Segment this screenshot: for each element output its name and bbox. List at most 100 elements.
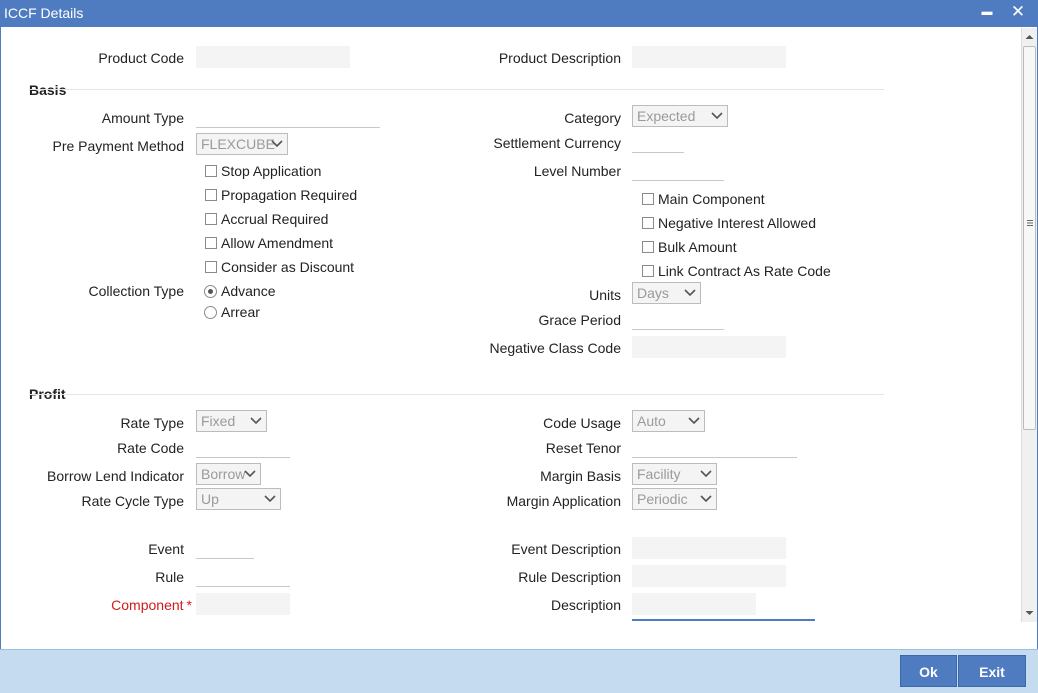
margin-application-label: Margin Application [506, 493, 621, 509]
bulk-amount-checkbox[interactable]: Bulk Amount [642, 239, 737, 255]
negative-class-code-label: Negative Class Code [489, 340, 621, 356]
settlement-currency-label: Settlement Currency [493, 135, 621, 151]
footer-bar: Ok Exit [0, 649, 1038, 693]
checkbox-box[interactable] [205, 237, 217, 249]
product-description-field[interactable] [632, 46, 786, 68]
consider-as-discount-label: Consider as Discount [221, 259, 355, 275]
grace-period-field[interactable] [632, 308, 724, 330]
vertical-scrollbar[interactable] [1021, 28, 1037, 622]
propagation-required-checkbox[interactable]: Propagation Required [205, 187, 357, 203]
pre-payment-method-value: FLEXCUBE [201, 136, 275, 152]
event-field[interactable] [196, 537, 254, 559]
profit-divider [29, 394, 884, 395]
units-label: Units [589, 287, 621, 303]
stop-application-checkbox[interactable]: Stop Application [205, 163, 321, 179]
reset-tenor-field[interactable] [632, 436, 797, 458]
rule-description-field[interactable] [632, 565, 786, 587]
rate-cycle-type-select[interactable]: Up [196, 488, 281, 510]
main-component-label: Main Component [658, 191, 765, 207]
event-label: Event [148, 541, 184, 557]
accrual-required-label: Accrual Required [221, 211, 329, 227]
borrow-lend-indicator-select[interactable]: Borrow [196, 463, 261, 485]
event-description-field[interactable] [632, 537, 786, 559]
rate-type-label: Rate Type [120, 415, 184, 431]
margin-application-select[interactable]: Periodic [632, 488, 717, 510]
rule-label: Rule [155, 569, 184, 585]
scrollbar-thumb[interactable] [1023, 46, 1036, 430]
settlement-currency-field[interactable] [632, 131, 684, 153]
component-field[interactable] [196, 593, 290, 615]
code-usage-label: Code Usage [543, 415, 621, 431]
margin-basis-value: Facility [637, 466, 681, 482]
checkbox-box[interactable] [205, 213, 217, 225]
rate-type-value: Fixed [201, 413, 236, 429]
scroll-down-icon[interactable] [1025, 609, 1034, 617]
code-usage-select[interactable]: Auto [632, 410, 705, 432]
rate-cycle-type-value: Up [201, 491, 219, 507]
close-icon[interactable]: ✕ [1007, 1, 1029, 23]
margin-application-value: Periodic [637, 491, 688, 507]
chevron-down-icon [711, 112, 723, 120]
rule-field[interactable] [196, 565, 290, 587]
units-value: Days [637, 285, 669, 301]
allow-amendment-checkbox[interactable]: Allow Amendment [205, 235, 333, 251]
component-label-text: Component [111, 597, 184, 613]
description-label: Description [550, 597, 621, 613]
radio-dot[interactable] [204, 306, 217, 319]
negative-interest-allowed-label: Negative Interest Allowed [658, 215, 816, 231]
rule-description-label: Rule Description [518, 569, 621, 585]
product-description-label: Product Description [498, 50, 621, 66]
grip-icon [1027, 220, 1033, 226]
negative-class-code-field[interactable] [632, 336, 786, 358]
collection-type-label: Collection Type [88, 283, 184, 299]
ok-button[interactable]: Ok [900, 655, 957, 687]
exit-button[interactable]: Exit [958, 655, 1026, 687]
reset-tenor-label: Reset Tenor [545, 440, 621, 456]
stop-application-label: Stop Application [221, 163, 322, 179]
checkbox-box[interactable] [642, 241, 654, 253]
category-value: Expected [637, 108, 696, 124]
collection-arrear-radio[interactable]: Arrear [204, 304, 260, 320]
borrow-lend-indicator-value: Borrow [201, 466, 246, 482]
level-number-label: Level Number [533, 163, 621, 179]
description-focus-underline [632, 598, 815, 621]
margin-basis-select[interactable]: Facility [632, 463, 717, 485]
borrow-lend-indicator-label: Borrow Lend Indicator [47, 468, 184, 484]
checkbox-box[interactable] [642, 193, 654, 205]
component-label: Component * [111, 597, 192, 613]
title-bar: ICCF Details ▬ ✕ [0, 0, 1038, 27]
main-component-checkbox[interactable]: Main Component [642, 191, 765, 207]
product-code-field[interactable] [196, 46, 350, 68]
category-label: Category [564, 110, 621, 126]
minimize-icon[interactable]: ▬ [976, 1, 998, 23]
scroll-up-icon[interactable] [1025, 33, 1034, 41]
radio-dot[interactable] [204, 285, 217, 298]
checkbox-box[interactable] [205, 189, 217, 201]
level-number-field[interactable] [632, 159, 724, 181]
collection-advance-radio[interactable]: Advance [204, 283, 275, 299]
accrual-required-checkbox[interactable]: Accrual Required [205, 211, 328, 227]
negative-interest-allowed-checkbox[interactable]: Negative Interest Allowed [642, 215, 816, 231]
consider-as-discount-checkbox[interactable]: Consider as Discount [205, 259, 354, 275]
link-contract-as-rate-code-checkbox[interactable]: Link Contract As Rate Code [642, 263, 831, 279]
chevron-down-icon [684, 289, 696, 297]
rate-code-field[interactable] [196, 436, 290, 458]
rate-code-label: Rate Code [117, 440, 184, 456]
category-select[interactable]: Expected [632, 105, 728, 127]
checkbox-box[interactable] [205, 165, 217, 177]
product-code-label: Product Code [98, 50, 184, 66]
rate-cycle-type-label: Rate Cycle Type [81, 493, 184, 509]
pre-payment-method-select[interactable]: FLEXCUBE [196, 133, 288, 155]
chevron-down-icon [264, 495, 276, 503]
units-select[interactable]: Days [632, 282, 701, 304]
checkbox-box[interactable] [642, 265, 654, 277]
rate-type-select[interactable]: Fixed [196, 410, 267, 432]
bulk-amount-label: Bulk Amount [658, 239, 737, 255]
chevron-down-icon [271, 140, 283, 148]
checkbox-box[interactable] [642, 217, 654, 229]
checkbox-box[interactable] [205, 261, 217, 273]
chevron-down-icon [700, 470, 712, 478]
propagation-required-label: Propagation Required [221, 187, 358, 203]
required-marker: * [186, 597, 192, 613]
amount-type-field[interactable] [196, 106, 380, 128]
